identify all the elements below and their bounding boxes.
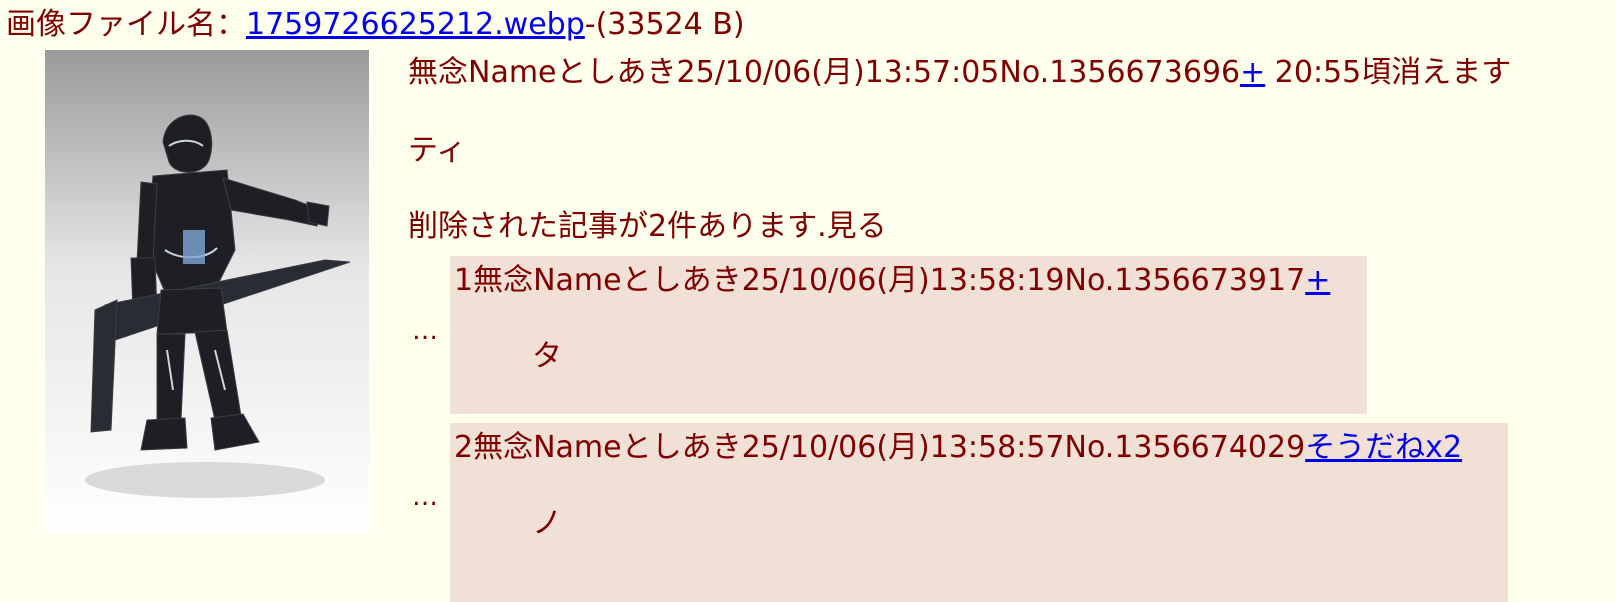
- reply-header: 2無念Nameとしあき25/10/06(月)13:58:57No.1356674…: [454, 433, 1462, 463]
- deleted-notice: 削除された記事が2件あります.見る: [408, 212, 887, 242]
- reply-post: 1無念Nameとしあき25/10/06(月)13:58:19No.1356673…: [450, 256, 1367, 414]
- reply-ellipsis: …: [412, 482, 438, 512]
- file-size: -(33524 B): [584, 7, 745, 42]
- post-number[interactable]: No.1356674029: [1065, 430, 1306, 465]
- post-number[interactable]: No.1356673696: [999, 55, 1240, 90]
- reply-ellipsis: …: [412, 316, 438, 346]
- op-header: 無念Nameとしあき25/10/06(月)13:57:05No.13566736…: [408, 58, 1511, 88]
- post-number[interactable]: No.1356673917: [1065, 263, 1306, 298]
- reply-body: タ: [532, 339, 562, 374]
- show-deleted-link[interactable]: 見る: [827, 209, 887, 244]
- post-datetime: 25/10/06(月)13:58:19: [741, 263, 1065, 298]
- poster-name: Name: [533, 430, 622, 465]
- poster-name: Name: [533, 263, 622, 298]
- file-link[interactable]: 1759726625212.webp: [246, 7, 585, 42]
- name-label: 無念: [473, 263, 534, 298]
- robot-figure-image: [45, 50, 369, 534]
- plus-link[interactable]: +: [1240, 55, 1265, 90]
- reply-index: 1: [454, 263, 474, 298]
- expire-text: 20:55頃消えます: [1265, 55, 1512, 90]
- reply-header: 1無念Nameとしあき25/10/06(月)13:58:19No.1356673…: [454, 266, 1330, 296]
- op-body: ティ: [408, 133, 467, 168]
- reply-index: 2: [454, 430, 474, 465]
- post-datetime: 25/10/06(月)13:57:05: [676, 55, 1000, 90]
- post-datetime: 25/10/06(月)13:58:57: [741, 430, 1065, 465]
- deleted-text: 削除された記事が2件あります.: [408, 209, 827, 244]
- poster-name: Name: [468, 55, 557, 90]
- file-label: 画像ファイル名：: [6, 7, 246, 42]
- soudane-link[interactable]: そうだねx2: [1305, 430, 1462, 465]
- poster-author: としあき: [556, 55, 677, 90]
- file-info: 画像ファイル名：1759726625212.webp-(33524 B): [6, 10, 745, 40]
- reply-post: 2無念Nameとしあき25/10/06(月)13:58:57No.1356674…: [450, 423, 1508, 602]
- plus-link[interactable]: +: [1305, 263, 1330, 298]
- thumbnail-image[interactable]: [45, 50, 369, 534]
- reply-body: ノ: [532, 506, 562, 541]
- poster-author: としあき: [621, 263, 742, 298]
- name-label: 無念: [473, 430, 534, 465]
- name-label: 無念: [408, 55, 468, 90]
- poster-author: としあき: [621, 430, 742, 465]
